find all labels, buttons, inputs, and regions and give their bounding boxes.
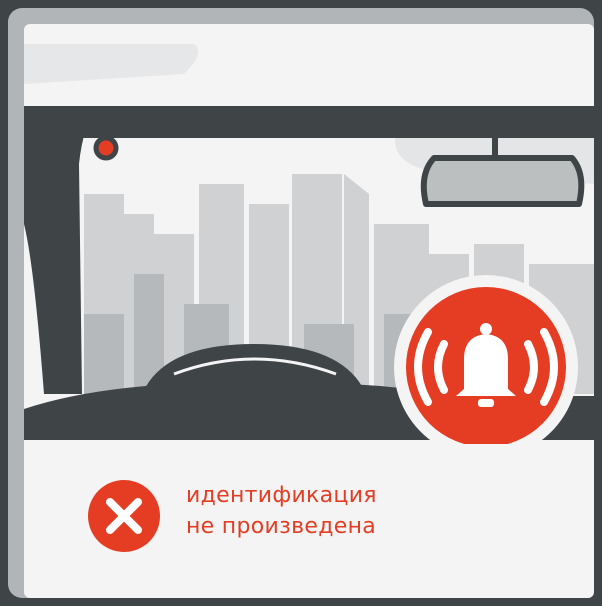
screen-frame: идентификация не произведена [0, 0, 602, 606]
car-a-pillar [24, 106, 94, 394]
error-x-icon [88, 480, 160, 552]
status-line-2: не произведена [186, 514, 377, 539]
windshield-scene [24, 44, 594, 444]
info-panel: идентификация не произведена [8, 8, 594, 598]
status-message: идентификация не произведена [84, 464, 564, 554]
panel-content: идентификация не произведена [24, 24, 594, 598]
indicator-light [93, 135, 119, 161]
car-roof [24, 106, 594, 138]
status-label: идентификация не произведена [186, 480, 377, 542]
status-line-1: идентификация [186, 483, 377, 508]
